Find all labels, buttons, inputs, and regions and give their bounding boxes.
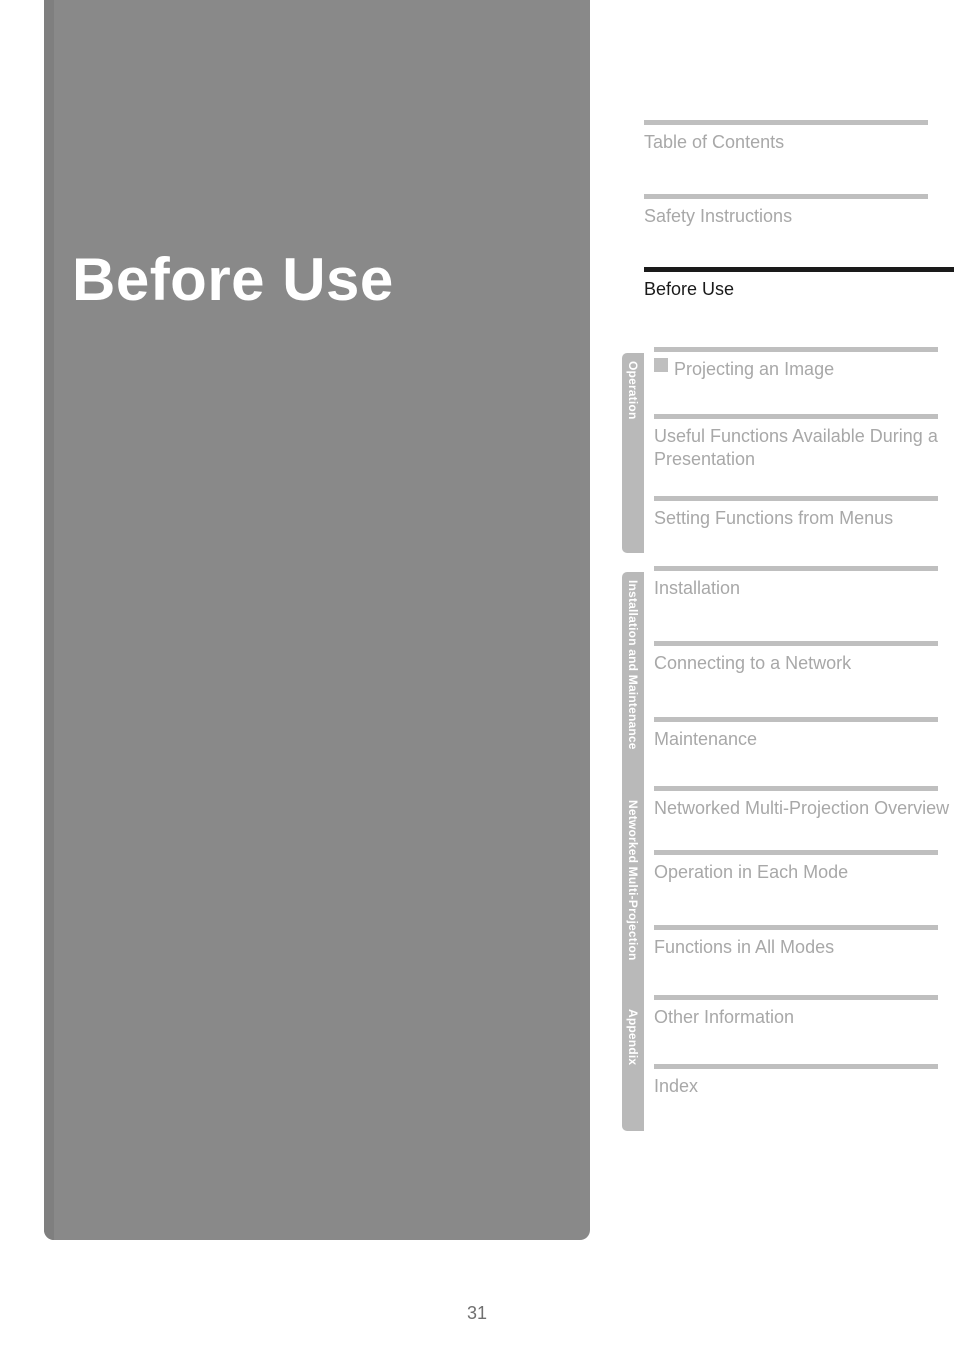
nav-item-index[interactable]: Index xyxy=(644,1064,954,1098)
tab-bar xyxy=(644,194,928,199)
nav-item-nmp-overview[interactable]: Networked Multi-Projection Overview xyxy=(644,786,954,820)
section-tab-operation: Operation xyxy=(622,353,644,553)
nav-item-op-each-mode[interactable]: Operation in Each Mode xyxy=(644,850,954,884)
section-install-maint: Installation and Maintenance Installatio… xyxy=(644,566,954,751)
nav-item-useful-functions[interactable]: Useful Functions Available During a Pres… xyxy=(644,414,954,470)
section-tab-appendix: Appendix xyxy=(622,1001,644,1131)
nav-label: Table of Contents xyxy=(644,131,954,154)
chapter-title: Before Use xyxy=(72,245,394,314)
tab-bar xyxy=(654,850,938,855)
page-number: 31 xyxy=(0,1303,954,1324)
tab-bar xyxy=(654,496,938,501)
section-tab-label: Installation and Maintenance xyxy=(622,572,644,758)
nav-item-functions-all-modes[interactable]: Functions in All Modes xyxy=(644,925,954,959)
nav-item-safety[interactable]: Safety Instructions xyxy=(644,194,954,228)
nav-label: Installation xyxy=(654,577,740,600)
panel-accent xyxy=(44,0,54,1240)
section-tab-label: Networked Multi-Projection xyxy=(622,792,644,969)
nav-label: Useful Functions Available During a Pres… xyxy=(654,425,954,470)
lead-icon xyxy=(654,358,668,372)
tab-bar xyxy=(654,641,938,646)
tab-bar-active xyxy=(644,267,954,272)
section-tab-networked-multi: Networked Multi-Projection xyxy=(622,792,644,1022)
nav-item-maintenance[interactable]: Maintenance xyxy=(644,717,954,751)
chapter-panel: Before Use xyxy=(44,0,590,1240)
nav-label: Setting Functions from Menus xyxy=(654,507,893,530)
section-tab-label: Operation xyxy=(622,353,644,427)
tab-bar xyxy=(644,120,928,125)
nav-label: Projecting an Image xyxy=(674,358,834,381)
nav-label: Maintenance xyxy=(654,728,757,751)
tab-bar xyxy=(654,1064,938,1069)
tab-bar xyxy=(654,995,938,1000)
tab-bar xyxy=(654,414,938,419)
section-tab-label: Appendix xyxy=(622,1001,644,1073)
section-networked-multi: Networked Multi-Projection Networked Mul… xyxy=(644,786,954,959)
nav-label: Networked Multi-Projection Overview xyxy=(654,797,949,820)
nav-item-installation[interactable]: Installation xyxy=(644,566,954,600)
nav-label: Functions in All Modes xyxy=(654,936,834,959)
tab-bar xyxy=(654,566,938,571)
nav-item-toc[interactable]: Table of Contents xyxy=(644,120,954,154)
nav-label: Operation in Each Mode xyxy=(654,861,848,884)
tab-bar xyxy=(654,717,938,722)
tab-bar xyxy=(654,347,938,352)
section-operation: Operation Projecting an Image Useful Fun… xyxy=(644,347,954,530)
tab-bar xyxy=(654,786,938,791)
nav-item-connecting-network[interactable]: Connecting to a Network xyxy=(644,641,954,675)
nav-item-setting-menus[interactable]: Setting Functions from Menus xyxy=(644,496,954,530)
page: Before Use Table of Contents Safety Inst… xyxy=(0,0,954,1348)
nav-label: Index xyxy=(654,1075,698,1098)
section-tab-install-maint: Installation and Maintenance xyxy=(622,572,644,802)
nav-item-other-info[interactable]: Other Information xyxy=(644,995,954,1029)
nav-item-projecting[interactable]: Projecting an Image xyxy=(644,347,954,381)
nav-label: Before Use xyxy=(644,278,954,301)
section-appendix: Appendix Other Information Index xyxy=(644,995,954,1098)
nav-label: Safety Instructions xyxy=(644,205,954,228)
nav-item-before-use[interactable]: Before Use xyxy=(644,267,954,301)
tab-bar xyxy=(654,925,938,930)
nav-label: Other Information xyxy=(654,1006,794,1029)
side-nav: Table of Contents Safety Instructions Be… xyxy=(644,0,954,1118)
nav-label: Connecting to a Network xyxy=(654,652,851,675)
